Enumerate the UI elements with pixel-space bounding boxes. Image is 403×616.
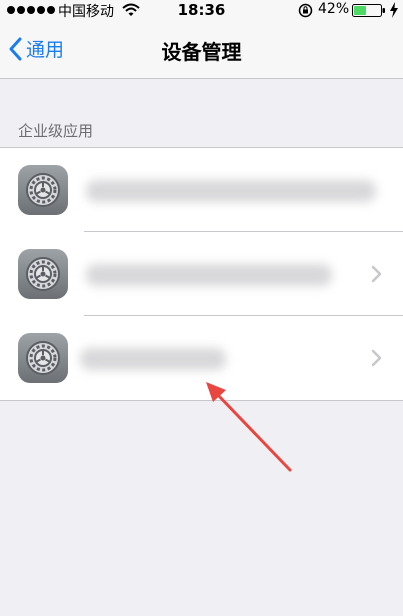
chevron-right-icon <box>371 265 382 283</box>
battery-icon <box>352 4 385 17</box>
app-name-blurred <box>86 264 332 286</box>
settings-gear-icon <box>18 333 68 383</box>
status-bar: 中国移动 18:36 42% <box>0 0 403 22</box>
section-header: 企业级应用 <box>18 122 94 140</box>
app-name-blurred <box>80 348 226 370</box>
list-item[interactable] <box>0 148 403 232</box>
battery-percent: 42% <box>318 1 350 17</box>
page-title: 设备管理 <box>161 40 242 64</box>
app-name-blurred <box>86 180 376 202</box>
enterprise-app-list <box>0 147 403 401</box>
settings-gear-icon <box>18 249 68 299</box>
charging-bolt-icon <box>390 2 398 18</box>
list-item[interactable] <box>0 232 403 316</box>
list-item[interactable] <box>0 316 403 400</box>
settings-gear-icon <box>18 165 68 215</box>
orientation-lock-icon <box>298 3 313 18</box>
chevron-right-icon <box>371 349 382 367</box>
navigation-bar: 通用 设备管理 <box>0 22 403 79</box>
